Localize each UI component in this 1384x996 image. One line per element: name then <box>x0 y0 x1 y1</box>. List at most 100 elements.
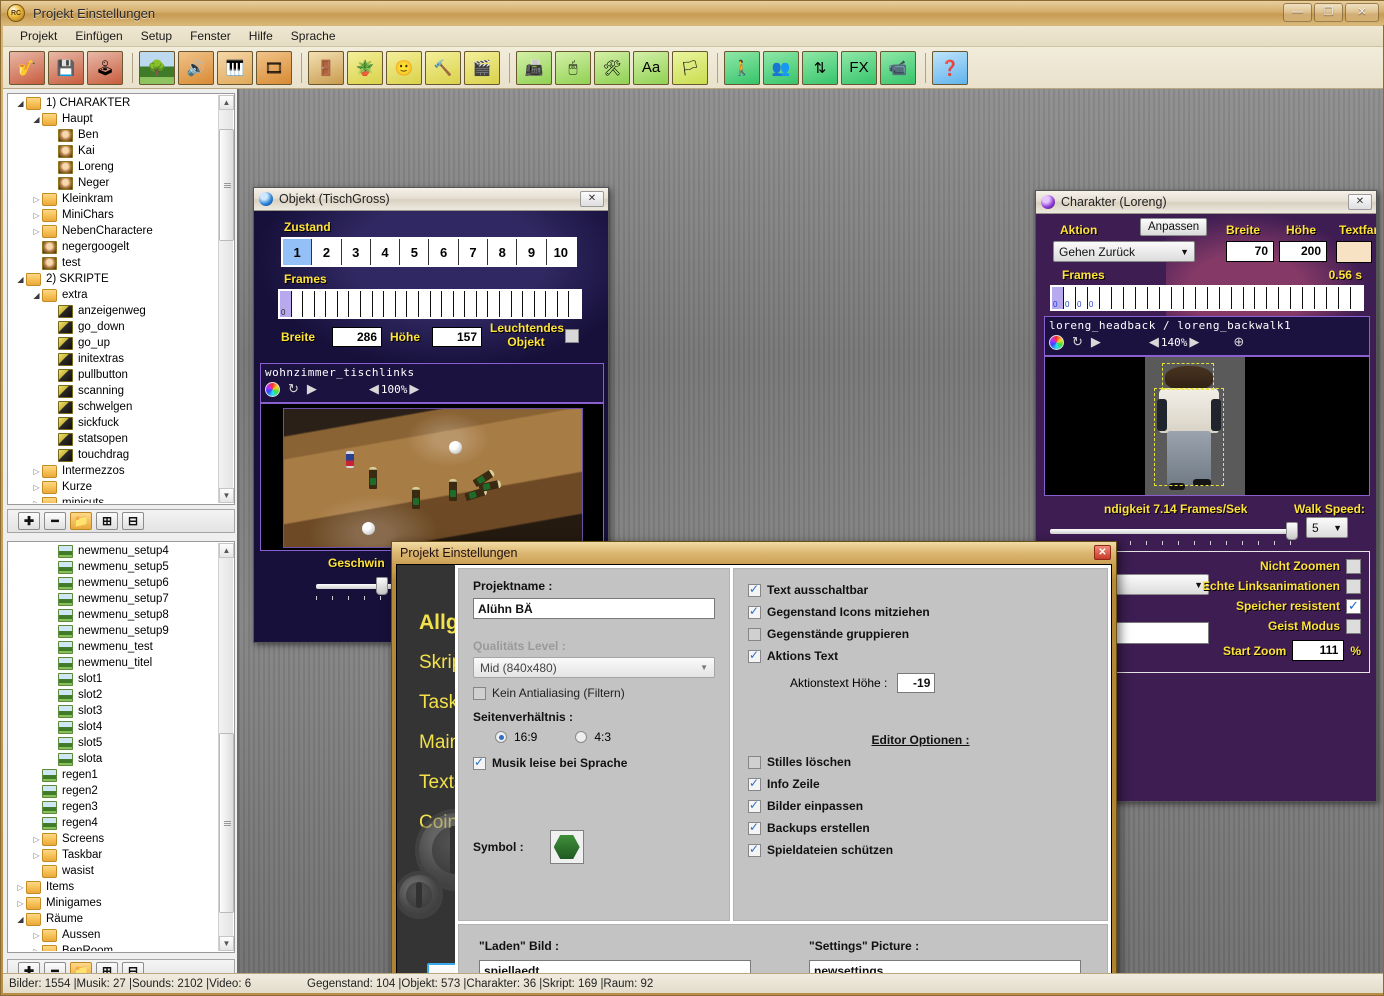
frame-cell[interactable] <box>1315 287 1327 309</box>
new-folder-button[interactable]: 📁 <box>70 962 92 973</box>
editor-option-row[interactable]: Info Zeile <box>748 773 1093 795</box>
option-row[interactable]: Gegenstände gruppieren <box>748 623 1093 645</box>
tree-item[interactable]: ▷Taskbar <box>9 847 219 863</box>
scroll-thumb[interactable] <box>219 129 234 241</box>
character-link-icon[interactable]: 👥 <box>763 51 799 85</box>
zustand-cell[interactable]: 6 <box>429 239 458 265</box>
textfarbe-swatch[interactable] <box>1336 241 1372 263</box>
tree-item[interactable]: pullbutton <box>9 367 219 383</box>
chevron-down-icon[interactable]: ◢ <box>15 99 26 108</box>
objekt-preview-frame[interactable] <box>260 403 604 551</box>
scroll-down-icon[interactable]: ▼ <box>219 936 234 951</box>
tree-item[interactable]: Kai <box>9 143 219 159</box>
tree-item[interactable]: Loreng <box>9 159 219 175</box>
camera-video-icon[interactable]: 📹 <box>880 51 916 85</box>
chevron-down-icon[interactable]: ◢ <box>31 115 42 124</box>
antialiasing-row[interactable]: Kein Antialiasing (Filtern) <box>473 682 715 704</box>
musik-row[interactable]: Musik leise bei Sprache <box>473 752 715 774</box>
frame-cell[interactable] <box>1172 287 1184 309</box>
tree-top-scrollbar[interactable]: ▲ ▼ <box>218 95 233 503</box>
frame-cell[interactable] <box>1351 287 1362 309</box>
tree-item[interactable]: Neger <box>9 175 219 191</box>
frame-cell[interactable] <box>442 291 454 317</box>
scroll-down-icon[interactable]: ▼ <box>219 488 234 503</box>
maximize-button[interactable]: ❐ <box>1314 3 1343 22</box>
tree-view-top[interactable]: ◢1) CHARAKTER◢HauptBenKaiLorengNeger▷Kle… <box>7 93 235 505</box>
expand-all-button[interactable]: ⊞ <box>96 962 118 973</box>
media-paint-icon[interactable]: 🎷 <box>9 51 45 85</box>
chevron-right-icon[interactable]: ▷ <box>31 499 42 504</box>
tree-item[interactable]: initextras <box>9 351 219 367</box>
door-room-icon[interactable]: 🚪 <box>308 51 344 85</box>
frame-cell[interactable] <box>1196 287 1208 309</box>
tree-item[interactable]: ▷BenRoom <box>9 943 219 951</box>
clapboard-icon[interactable]: 🎬 <box>464 51 500 85</box>
plant-object-icon[interactable]: 🪴 <box>347 51 383 85</box>
arrows-tools-icon[interactable]: ⇅ <box>802 51 838 85</box>
settings-picture-input[interactable]: newsettings <box>809 960 1081 973</box>
menu-item-hilfe[interactable]: Hilfe <box>240 27 282 45</box>
charakter-close-button[interactable]: ✕ <box>1348 194 1372 210</box>
frame-cell[interactable] <box>338 291 350 317</box>
frame-cell[interactable] <box>1220 287 1232 309</box>
tree-item[interactable]: ▷MiniChars <box>9 207 219 223</box>
tree-item[interactable]: ▷Aussen <box>9 927 219 943</box>
tree-item[interactable]: ▷NebenCharactere <box>9 223 219 239</box>
add-button[interactable]: ✚ <box>18 512 40 530</box>
face-character-icon[interactable]: 🙂 <box>386 51 422 85</box>
zustand-cell[interactable]: 4 <box>371 239 400 265</box>
tree-item[interactable]: touchdrag <box>9 447 219 463</box>
breite-input[interactable]: 286 <box>332 327 382 347</box>
frame-cell[interactable] <box>465 291 477 317</box>
play-icon[interactable]: ▶ <box>1091 334 1101 350</box>
rotate-icon[interactable]: ↻ <box>1072 334 1083 350</box>
tree-item[interactable]: newmenu_setup5 <box>9 559 219 575</box>
frame-cell[interactable] <box>315 291 327 317</box>
frame-cell[interactable] <box>1267 287 1279 309</box>
frame-cell[interactable] <box>1244 287 1256 309</box>
anpassen-button[interactable]: Anpassen <box>1140 218 1207 236</box>
slider-thumb[interactable] <box>1286 522 1298 540</box>
flags-language-icon[interactable]: 🏳 <box>672 51 708 85</box>
tree-item[interactable]: wasist <box>9 863 219 879</box>
tree-item[interactable]: sickfuck <box>9 415 219 431</box>
tree-item[interactable]: newmenu_setup7 <box>9 591 219 607</box>
charakter-option-checkbox[interactable] <box>1346 619 1361 634</box>
frame-cell[interactable] <box>500 291 512 317</box>
piano-keys-icon[interactable]: 🎹 <box>217 51 253 85</box>
zustand-cell[interactable]: 1 <box>283 239 312 265</box>
hammer-script-icon[interactable]: 🔨 <box>425 51 461 85</box>
zustand-cell[interactable]: 5 <box>400 239 429 265</box>
frame-cell[interactable]: 0 <box>280 291 292 317</box>
frame-cell[interactable] <box>1184 287 1196 309</box>
tree-item[interactable]: ▷Screens <box>9 831 219 847</box>
charakter-option-checkbox[interactable] <box>1346 599 1361 614</box>
frame-cell[interactable]: 0 <box>1052 287 1064 309</box>
frame-cell[interactable] <box>569 291 580 317</box>
hoehe-input[interactable]: 157 <box>432 327 482 347</box>
tree-item[interactable]: newmenu_setup9 <box>9 623 219 639</box>
frame-cell[interactable] <box>1303 287 1315 309</box>
char-breite-input[interactable]: 70 <box>1226 241 1274 262</box>
qualitaets-level-select[interactable]: Mid (840x480) ▼ <box>473 657 715 678</box>
tree-item[interactable]: slota <box>9 751 219 767</box>
fx-effects-icon[interactable]: FX <box>841 51 877 85</box>
frame-cell[interactable]: 0 <box>1064 287 1076 309</box>
editor-option-row[interactable]: Backups erstellen <box>748 817 1093 839</box>
new-folder-button[interactable]: 📁 <box>70 512 92 530</box>
minimize-button[interactable]: — <box>1283 3 1312 22</box>
tree-item[interactable]: regen4 <box>9 815 219 831</box>
tree-item[interactable]: Ben <box>9 127 219 143</box>
frame-cell[interactable] <box>373 291 385 317</box>
walk-animation-icon[interactable]: 🚶 <box>724 51 760 85</box>
chevron-down-icon[interactable]: ◢ <box>31 291 42 300</box>
frame-cell[interactable] <box>384 291 396 317</box>
remove-button[interactable]: ━ <box>44 962 66 973</box>
tree-item[interactable]: newmenu_test <box>9 639 219 655</box>
chevron-right-icon[interactable]: ▷ <box>31 467 42 476</box>
tree-item[interactable]: ▷Kurze <box>9 479 219 495</box>
chevron-right-icon[interactable]: ▷ <box>31 835 42 844</box>
plus-circle-icon[interactable]: ⊕ <box>1233 334 1244 350</box>
option-row[interactable]: Text ausschaltbar <box>748 579 1093 601</box>
tree-item[interactable]: schwelgen <box>9 399 219 415</box>
